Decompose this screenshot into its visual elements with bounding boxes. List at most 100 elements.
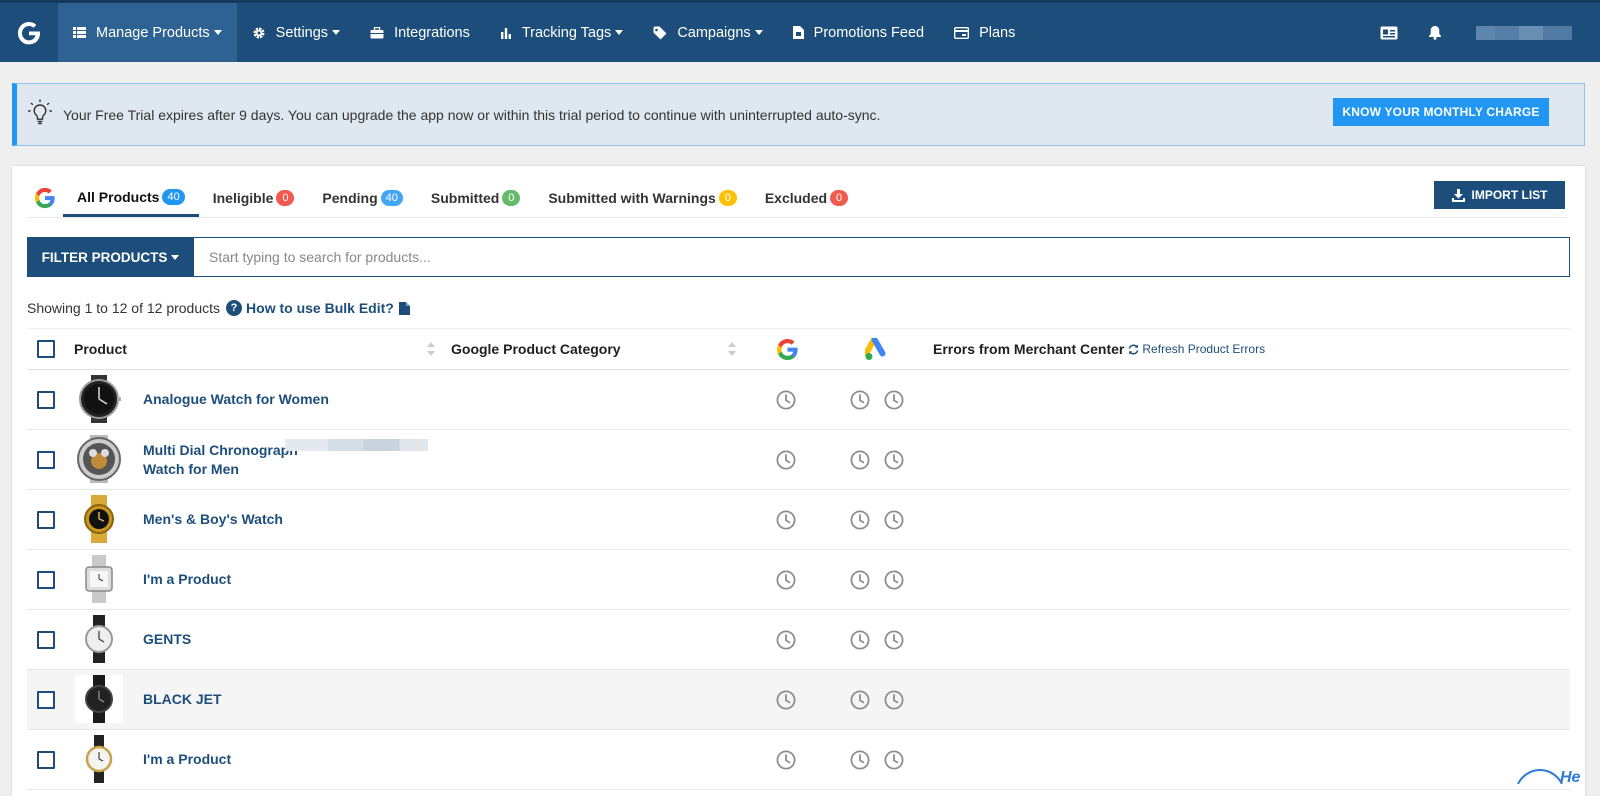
- redacted-text: [285, 439, 428, 451]
- clock-icon: [850, 750, 870, 770]
- clock-icon: [884, 690, 904, 710]
- sort-icon[interactable]: [427, 342, 435, 356]
- product-thumbnail: [75, 735, 123, 783]
- clock-icon: [850, 690, 870, 710]
- card-icon: [954, 27, 974, 39]
- row-checkbox[interactable]: [37, 451, 55, 469]
- clock-icon: [850, 450, 870, 470]
- chevron-down-icon: [755, 30, 763, 35]
- nav-item-integrations[interactable]: Integrations: [355, 3, 485, 62]
- row-checkbox[interactable]: [37, 511, 55, 529]
- tab-label: All Products: [77, 189, 159, 205]
- product-name-link[interactable]: GENTS: [143, 630, 191, 649]
- clock-icon: [776, 630, 796, 650]
- table-row[interactable]: BLACK JET: [27, 670, 1570, 730]
- nav-item-manage-products[interactable]: Manage Products: [58, 3, 237, 62]
- nav-item-plans[interactable]: Plans: [939, 3, 1030, 62]
- count-badge: 0: [830, 190, 848, 206]
- nav-item-promotions-feed[interactable]: Promotions Feed: [778, 3, 939, 62]
- nav-item-settings[interactable]: Settings: [237, 3, 355, 62]
- top-navbar: Manage ProductsSettingsIntegrationsTrack…: [0, 0, 1600, 62]
- nav-item-campaigns[interactable]: Campaigns: [638, 3, 777, 62]
- sort-icon[interactable]: [728, 342, 736, 356]
- table-row[interactable]: I'm a Product: [27, 550, 1570, 610]
- chevron-down-icon: [615, 30, 623, 35]
- refresh-errors-label: Refresh Product Errors: [1142, 342, 1265, 356]
- product-name-link[interactable]: Analogue Watch for Women: [143, 390, 329, 409]
- product-name-link[interactable]: I'm a Product: [143, 570, 231, 589]
- trial-banner: Your Free Trial expires after 9 days. Yo…: [12, 83, 1585, 146]
- product-name-link[interactable]: I'm a Product: [143, 750, 231, 769]
- product-name-link[interactable]: BLACK JET: [143, 690, 222, 709]
- product-name-link[interactable]: Men's & Boy's Watch: [143, 510, 283, 529]
- import-list-button[interactable]: IMPORT LIST: [1434, 181, 1565, 209]
- tab-label: Excluded: [765, 190, 827, 206]
- count-badge: 0: [276, 190, 294, 206]
- row-checkbox[interactable]: [37, 691, 55, 709]
- product-thumbnail: [75, 375, 123, 423]
- refresh-product-errors-link[interactable]: Refresh Product Errors: [1128, 342, 1265, 356]
- help-icon: ?: [226, 300, 242, 316]
- chevron-down-icon: [171, 255, 179, 260]
- clock-icon: [776, 750, 796, 770]
- count-badge: 40: [162, 189, 184, 205]
- bell-icon[interactable]: [1412, 3, 1458, 62]
- g-logo-icon: [14, 18, 44, 48]
- row-checkbox[interactable]: [37, 571, 55, 589]
- select-all-checkbox[interactable]: [37, 340, 55, 358]
- clock-icon: [850, 510, 870, 530]
- clock-icon: [776, 450, 796, 470]
- product-name-link[interactable]: Multi Dial Chronograph Watch for Men: [143, 441, 298, 479]
- know-monthly-charge-button[interactable]: KNOW YOUR MONTHLY CHARGE: [1333, 98, 1549, 126]
- product-thumbnail: [75, 555, 123, 603]
- count-badge: 0: [719, 190, 737, 206]
- row-checkbox[interactable]: [37, 391, 55, 409]
- table-row[interactable]: Men's & Boy's Watch: [27, 490, 1570, 550]
- document-icon: [399, 302, 410, 315]
- tab-ineligible[interactable]: Ineligible0: [199, 179, 309, 217]
- table-row[interactable]: Analogue Watch for Women: [27, 370, 1570, 430]
- clock-icon: [850, 390, 870, 410]
- nav-item-tracking-tags[interactable]: Tracking Tags: [485, 3, 638, 62]
- clock-icon: [776, 690, 796, 710]
- clock-icon: [884, 750, 904, 770]
- category-column-header[interactable]: Google Product Category: [451, 341, 621, 357]
- product-column-header[interactable]: Product: [74, 341, 127, 357]
- product-thumbnail: [75, 675, 123, 723]
- bulk-edit-help-link[interactable]: How to use Bulk Edit?: [246, 300, 394, 316]
- tab-label: Ineligible: [213, 190, 274, 206]
- clock-icon: [776, 390, 796, 410]
- row-checkbox[interactable]: [37, 631, 55, 649]
- product-thumbnail: [75, 615, 123, 663]
- nav-item-label: Plans: [979, 25, 1015, 41]
- tab-submitted[interactable]: Submitted0: [417, 179, 534, 217]
- product-thumbnail: [75, 435, 123, 483]
- filter-products-button[interactable]: FILTER PRODUCTS: [27, 237, 194, 277]
- tab-excluded[interactable]: Excluded0: [751, 179, 862, 217]
- clock-icon: [776, 510, 796, 530]
- tab-pending[interactable]: Pending40: [308, 179, 416, 217]
- product-search-input[interactable]: [194, 237, 1570, 277]
- clock-icon: [884, 390, 904, 410]
- app-logo[interactable]: [0, 3, 58, 62]
- results-summary: Showing 1 to 12 of 12 products ? How to …: [27, 300, 410, 316]
- google-merchant-icon: [776, 338, 799, 361]
- google-logo-icon: [27, 179, 63, 217]
- tab-label: Pending: [322, 190, 377, 206]
- table-row[interactable]: GENTS: [27, 610, 1570, 670]
- table-row[interactable]: I'm a Product: [27, 730, 1570, 790]
- refresh-icon: [1128, 344, 1139, 355]
- briefcase-icon: [370, 27, 389, 39]
- tab-submitted-with-warnings[interactable]: Submitted with Warnings0: [534, 179, 750, 217]
- chevron-down-icon: [214, 30, 222, 35]
- showing-count: Showing 1 to 12 of 12 products: [27, 300, 220, 316]
- tab-all-products[interactable]: All Products40: [63, 179, 199, 217]
- help-widget-icon[interactable]: He: [1510, 760, 1600, 784]
- clock-icon: [884, 570, 904, 590]
- user-account-menu[interactable]: [1476, 26, 1572, 40]
- table-row[interactable]: Multi Dial Chronograph Watch for Men: [27, 430, 1570, 490]
- table-header: Product Google Product Category Errors f…: [27, 328, 1570, 370]
- nav-item-label: Promotions Feed: [814, 25, 924, 41]
- row-checkbox[interactable]: [37, 751, 55, 769]
- contact-card-icon[interactable]: [1366, 3, 1412, 62]
